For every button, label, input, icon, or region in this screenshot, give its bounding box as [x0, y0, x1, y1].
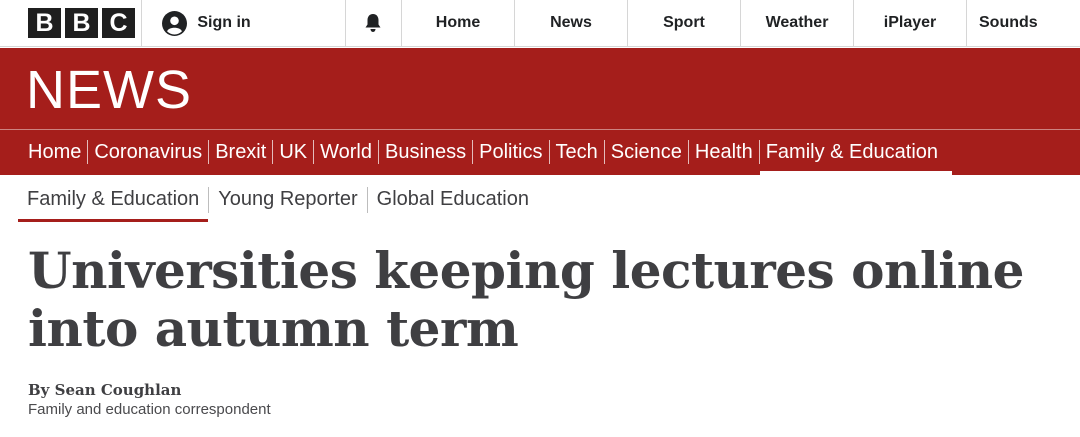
news-nav-business[interactable]: Business [379, 130, 472, 174]
sign-in-label: Sign in [197, 14, 251, 31]
author-role: Family and education correspondent [28, 401, 271, 418]
news-nav-science[interactable]: Science [605, 130, 688, 174]
global-header: B B C Sign in Home News Sport Weather iP… [0, 0, 1080, 47]
sign-in-button[interactable]: Sign in [142, 0, 346, 46]
news-nav-family-education[interactable]: Family & Education [759, 130, 953, 175]
subnav-young-reporter[interactable]: Young Reporter [209, 178, 366, 222]
article-byline: By Sean Coughlan [28, 381, 182, 399]
news-wordmark[interactable]: NEWS [26, 60, 192, 120]
news-nav-politics[interactable]: Politics [473, 130, 548, 174]
news-masthead: NEWS Home Coronavirus Brexit UK World Bu… [0, 48, 1080, 175]
news-nav-uk[interactable]: UK [273, 130, 313, 174]
global-nav: Home News Sport Weather iPlayer Sounds [402, 0, 1080, 46]
article-headline: Universities keeping lectures online int… [28, 241, 1024, 358]
news-nav-tech[interactable]: Tech [550, 130, 604, 174]
user-account-icon [162, 10, 188, 36]
news-nav-brexit[interactable]: Brexit [209, 130, 272, 174]
bell-icon [365, 14, 381, 32]
global-nav-sport[interactable]: Sport [628, 0, 741, 46]
news-nav-health[interactable]: Health [689, 130, 759, 174]
logo-letter-b2: B [65, 8, 98, 38]
global-nav-news[interactable]: News [515, 0, 628, 46]
global-nav-iplayer[interactable]: iPlayer [854, 0, 967, 46]
section-subnav: Family & Education Young Reporter Global… [18, 178, 538, 222]
global-nav-sounds[interactable]: Sounds [967, 0, 1080, 46]
global-nav-home[interactable]: Home [402, 0, 515, 46]
news-nav-home[interactable]: Home [22, 130, 87, 174]
subnav-global-education[interactable]: Global Education [368, 178, 538, 222]
news-nav-coronavirus[interactable]: Coronavirus [88, 130, 208, 174]
notifications-button[interactable] [346, 0, 402, 46]
news-nav-world[interactable]: World [314, 130, 378, 174]
bbc-logo[interactable]: B B C [0, 0, 143, 46]
subnav-family-education[interactable]: Family & Education [18, 178, 209, 222]
global-nav-weather[interactable]: Weather [741, 0, 854, 46]
logo-letter-c: C [102, 8, 135, 38]
logo-letter-b1: B [28, 8, 61, 38]
news-nav: Home Coronavirus Brexit UK World Busines… [22, 130, 953, 175]
